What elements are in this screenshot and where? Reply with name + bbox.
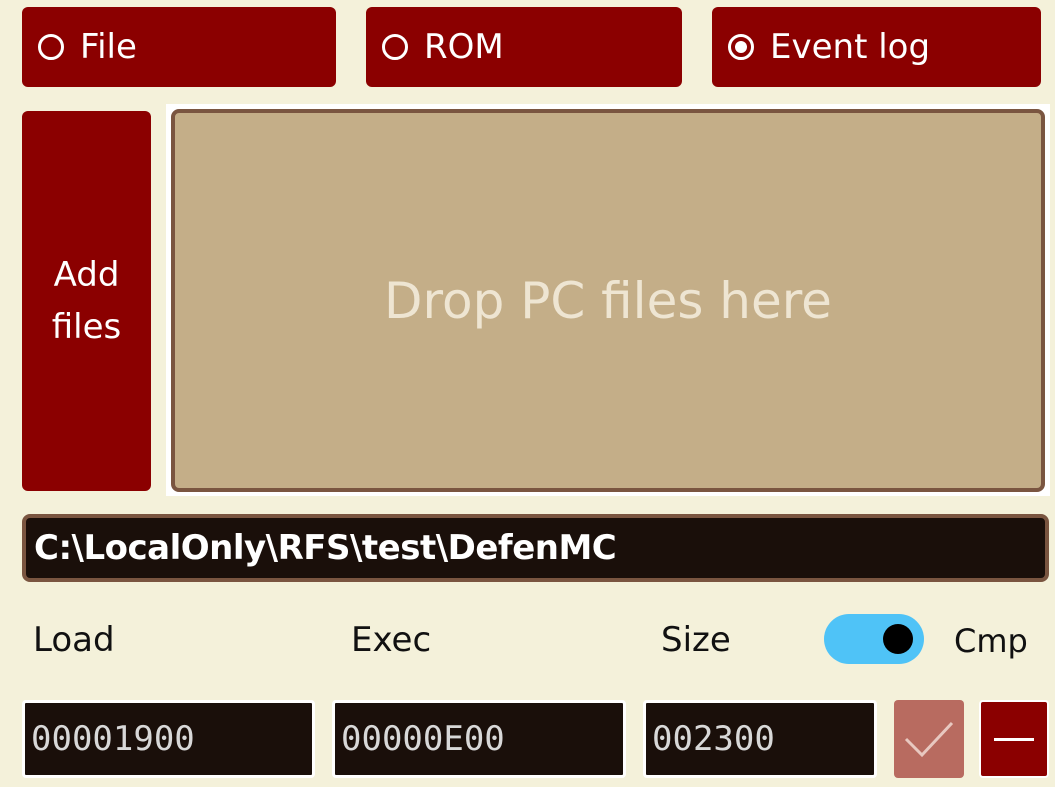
radio-unchecked-icon xyxy=(382,34,408,60)
mode-rom-radio[interactable]: ROM xyxy=(366,7,682,87)
cmp-label: Cmp xyxy=(954,622,1028,660)
toggle-knob xyxy=(883,624,913,654)
radio-unchecked-icon xyxy=(38,34,64,60)
file-path-field[interactable]: C:\LocalOnly\RFS\test\DefenMC xyxy=(22,514,1049,582)
file-path-text: C:\LocalOnly\RFS\test\DefenMC xyxy=(34,528,617,568)
add-files-button[interactable]: Add files xyxy=(22,111,151,491)
exec-address-input[interactable]: 00000E00 xyxy=(332,700,626,778)
mode-file-radio[interactable]: File xyxy=(22,7,336,87)
cmp-toggle[interactable] xyxy=(824,614,924,664)
add-files-label-line1: Add xyxy=(53,255,120,295)
mode-event-log-radio[interactable]: Event log xyxy=(712,7,1041,87)
minus-icon xyxy=(994,737,1034,741)
mode-event-log-label: Event log xyxy=(770,27,931,67)
size-label: Size xyxy=(661,620,731,660)
size-input[interactable]: 002300 xyxy=(643,700,877,778)
load-label: Load xyxy=(33,620,115,660)
mode-file-label: File xyxy=(80,27,137,67)
drop-zone-hint: Drop PC files here xyxy=(384,271,832,330)
add-files-label-line2: files xyxy=(51,307,122,347)
checkmark-icon xyxy=(904,721,954,758)
radio-checked-icon xyxy=(728,34,754,60)
exec-label: Exec xyxy=(351,620,432,660)
confirm-button[interactable] xyxy=(894,700,964,778)
remove-button[interactable] xyxy=(979,700,1049,778)
load-address-input[interactable]: 00001900 xyxy=(22,700,315,778)
drop-zone[interactable]: Drop PC files here xyxy=(171,109,1045,492)
mode-rom-label: ROM xyxy=(424,27,504,67)
